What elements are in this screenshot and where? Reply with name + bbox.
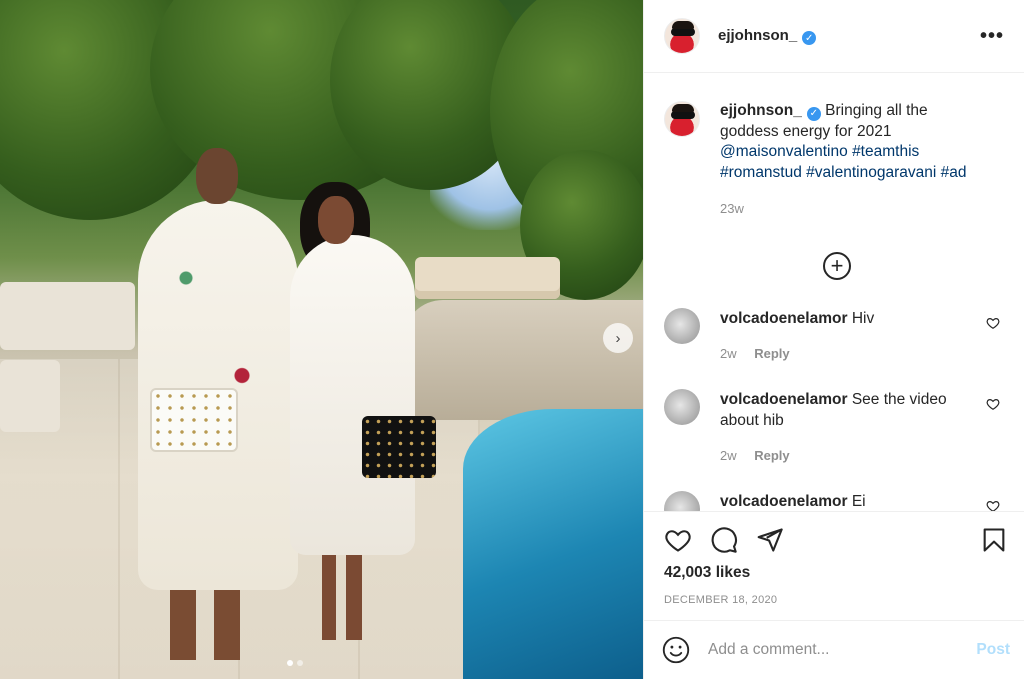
post-sidebar: ejjohnson_ ✓ ••• ejjohnson_ ✓ Bringing all… [643, 0, 1024, 679]
avatar[interactable] [664, 18, 700, 54]
post-caption: ejjohnson_ ✓ Bringing all the goddess ene… [644, 74, 1024, 220]
post-header: ejjohnson_ ✓ ••• [644, 0, 1024, 73]
person-face [318, 196, 354, 244]
avatar[interactable] [664, 389, 700, 425]
comments-list[interactable]: ejjohnson_ ✓ Bringing all the goddess ene… [644, 74, 1024, 511]
more-options-icon[interactable]: ••• [980, 25, 1004, 48]
chevron-right-icon: › [615, 329, 621, 347]
bookmark-icon[interactable] [980, 526, 1008, 554]
comment-meta: 2w Reply [720, 343, 965, 364]
pool-water [463, 409, 643, 679]
post-photo[interactable]: › [0, 0, 643, 679]
outdoor-couch [415, 257, 560, 299]
comment-username[interactable]: volcadoenelamor [720, 391, 848, 408]
comment-meta: 2w Reply [720, 445, 965, 466]
username-link[interactable]: ejjohnson_ ✓ [718, 26, 817, 46]
reply-button[interactable]: Reply [754, 346, 789, 361]
comment-username[interactable]: volcadoenelamor [720, 493, 848, 510]
comment-icon[interactable] [710, 526, 738, 554]
mention-link[interactable]: @maisonvalentino [720, 143, 848, 160]
hashtag-link[interactable]: #ad [941, 164, 967, 181]
caption-timestamp[interactable]: 23w [720, 199, 980, 220]
spa-wall [403, 300, 643, 420]
comment-item: volcadoenelamor Ei [644, 491, 1024, 511]
comment-timestamp[interactable]: 2w [720, 448, 737, 463]
avatar[interactable] [664, 491, 700, 511]
heart-icon[interactable] [986, 316, 1000, 330]
heart-icon[interactable] [986, 499, 1000, 511]
comment-input[interactable] [708, 641, 977, 659]
person-white-dress [290, 235, 415, 555]
add-comment-bar: Post [644, 620, 1024, 679]
white-studded-bag [150, 388, 238, 452]
verified-icon: ✓ [802, 31, 817, 46]
likes-count[interactable]: 42,003 likes [664, 564, 1008, 582]
comment-text: Ei [851, 493, 866, 510]
post-date[interactable]: DECEMBER 18, 2020 [664, 594, 1008, 606]
heart-icon[interactable] [986, 397, 1000, 411]
hashtag-link[interactable]: #romanstud [720, 164, 802, 181]
emoji-icon[interactable] [662, 636, 690, 664]
person-head [196, 148, 238, 204]
lounge-chair [0, 282, 135, 350]
avatar[interactable] [664, 308, 700, 344]
hashtag-link[interactable]: #teamthis [852, 143, 919, 160]
comment-body: volcadoenelamor See the video about hib … [720, 389, 965, 466]
carousel-dot [297, 660, 303, 666]
post-button[interactable]: Post [976, 641, 1010, 659]
lounge-chair [0, 360, 60, 432]
username-text: ejjohnson_ [718, 26, 798, 44]
black-studded-bag [362, 416, 436, 478]
reply-button[interactable]: Reply [754, 448, 789, 463]
hashtag-link[interactable]: #valentinogaravani [806, 164, 936, 181]
avatar[interactable] [664, 101, 700, 137]
comment-body: volcadoenelamor Hiv 2w Reply [720, 308, 965, 364]
carousel-indicator [287, 660, 303, 666]
comment-timestamp[interactable]: 2w [720, 346, 737, 361]
comment-item: volcadoenelamor See the video about hib … [644, 389, 1024, 466]
comment-text: Hiv [851, 310, 875, 327]
caption-username[interactable]: ejjohnson_ [720, 102, 802, 119]
carousel-dot-active [287, 660, 293, 666]
share-icon[interactable] [756, 526, 784, 554]
comment-body: volcadoenelamor Ei [720, 491, 965, 511]
heart-icon[interactable] [664, 526, 692, 554]
post-actions: 42,003 likes DECEMBER 18, 2020 [644, 511, 1024, 606]
comment-item: volcadoenelamor Hiv 2w Reply [644, 308, 1024, 364]
carousel-next-button[interactable]: › [603, 323, 633, 353]
person-legs [322, 550, 362, 640]
caption-body: ejjohnson_ ✓ Bringing all the goddess ene… [720, 101, 980, 220]
verified-icon: ✓ [806, 107, 821, 122]
comment-username[interactable]: volcadoenelamor [720, 310, 848, 327]
load-more-icon[interactable]: + [823, 251, 851, 280]
action-icons [664, 526, 1008, 554]
